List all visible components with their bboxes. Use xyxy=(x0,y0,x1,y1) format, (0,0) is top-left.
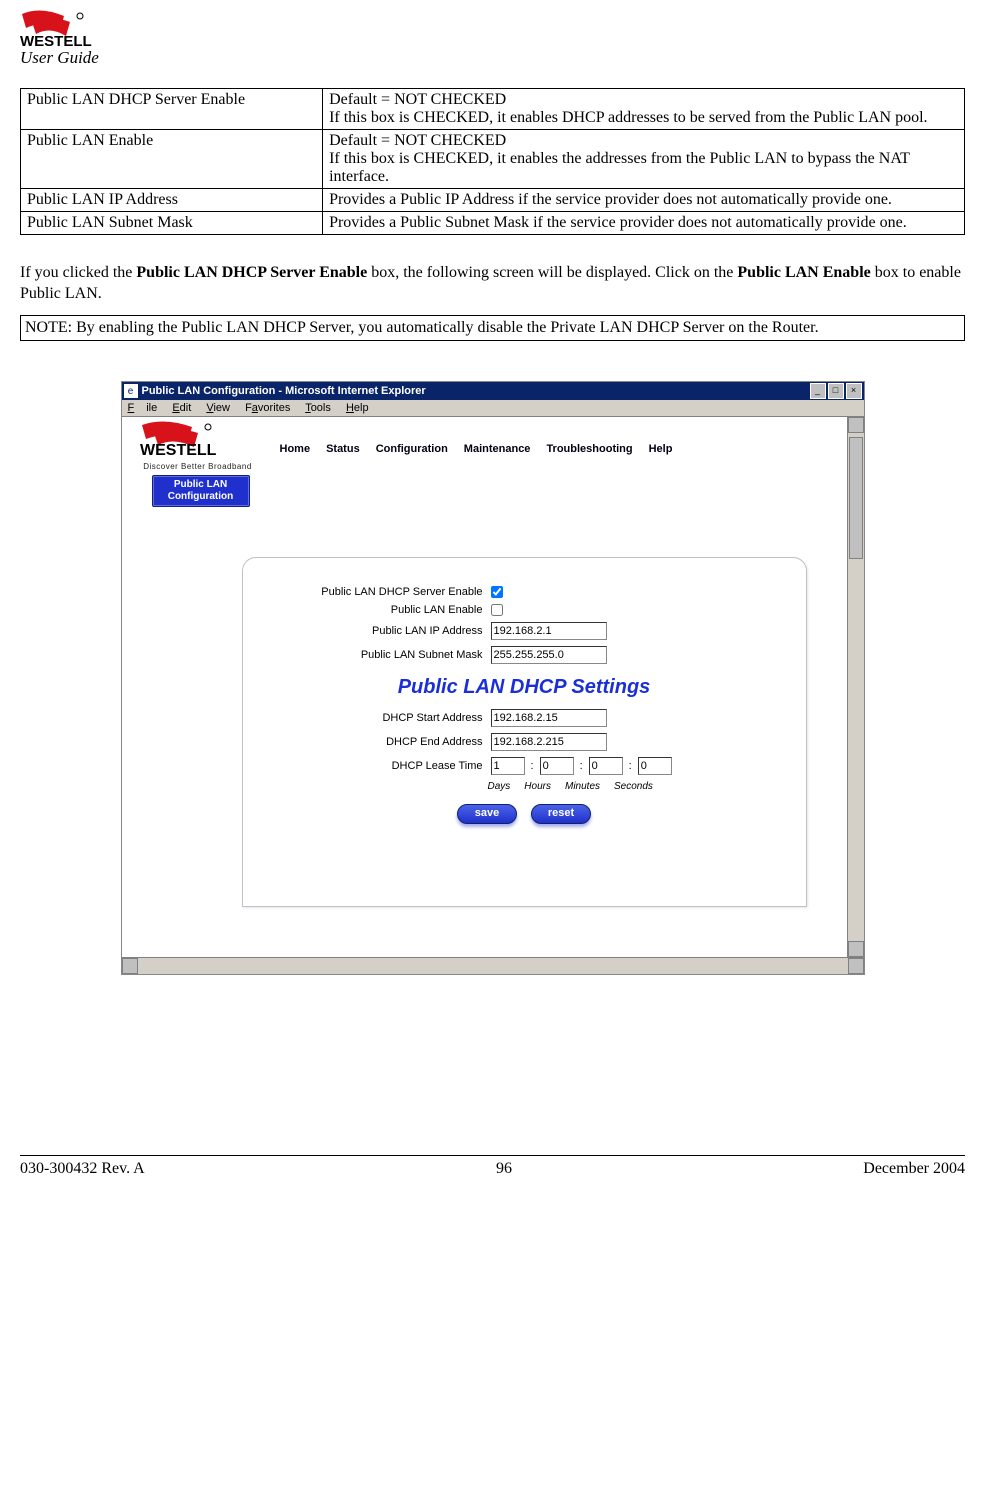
nav-help[interactable]: Help xyxy=(643,441,679,457)
input-dhcp-start[interactable] xyxy=(491,709,607,727)
param-name: Public LAN Subnet Mask xyxy=(21,212,323,235)
menu-help[interactable]: Help xyxy=(346,402,369,414)
label-dhcp-start: DHCP Start Address xyxy=(283,712,491,724)
input-ip-address[interactable] xyxy=(491,622,607,640)
doc-subtitle: User Guide xyxy=(20,48,99,68)
nav-maintenance[interactable]: Maintenance xyxy=(458,441,537,457)
menu-view[interactable]: View xyxy=(206,402,230,414)
checkbox-lan-enable[interactable] xyxy=(491,604,503,616)
dhcp-settings-heading: Public LAN DHCP Settings xyxy=(283,676,766,699)
menu-file[interactable]: File xyxy=(128,402,158,414)
label-dhcp-server-enable: Public LAN DHCP Server Enable xyxy=(283,586,491,598)
param-desc: Provides a Public Subnet Mask if the ser… xyxy=(323,212,965,235)
vertical-scrollbar[interactable] xyxy=(847,417,864,957)
maximize-button[interactable]: □ xyxy=(828,383,844,399)
menu-favorites[interactable]: Favorites xyxy=(245,402,290,414)
nav-troubleshooting[interactable]: Troubleshooting xyxy=(540,441,638,457)
window-titlebar: e Public LAN Configuration - Microsoft I… xyxy=(122,382,864,400)
westell-logo-icon: WESTELL xyxy=(138,421,258,459)
sidebar-item-public-lan-config[interactable]: Public LAN Configuration xyxy=(152,475,250,507)
label-subnet-mask: Public LAN Subnet Mask xyxy=(283,649,491,661)
reset-button[interactable]: reset xyxy=(531,804,591,824)
checkbox-dhcp-server-enable[interactable] xyxy=(491,586,503,598)
embedded-screenshot: e Public LAN Configuration - Microsoft I… xyxy=(121,381,865,975)
lease-unit-labels: Days Hours Minutes Seconds xyxy=(283,781,766,792)
label-dhcp-end: DHCP End Address xyxy=(283,736,491,748)
note-box: NOTE: By enabling the Public LAN DHCP Se… xyxy=(20,315,965,342)
label-lan-enable: Public LAN Enable xyxy=(283,604,491,616)
westell-brand-block: WESTELL Discover Better Broadband xyxy=(122,417,274,471)
footer-center: 96 xyxy=(496,1160,512,1178)
brand-header: WESTELL User Guide xyxy=(20,10,965,68)
menu-tools[interactable]: Tools xyxy=(305,402,331,414)
browser-menubar: File Edit View Favorites Tools Help xyxy=(122,400,864,417)
table-row: Public LAN DHCP Server Enable Default = … xyxy=(21,89,965,130)
svg-text:WESTELL: WESTELL xyxy=(140,442,217,459)
input-subnet-mask[interactable] xyxy=(491,646,607,664)
label-dhcp-lease: DHCP Lease Time xyxy=(283,760,491,772)
input-lease-hours[interactable] xyxy=(540,757,574,775)
input-lease-days[interactable] xyxy=(491,757,525,775)
top-nav: Home Status Configuration Maintenance Tr… xyxy=(274,417,847,457)
minimize-button[interactable]: _ xyxy=(810,383,826,399)
footer-right: December 2004 xyxy=(863,1160,965,1178)
table-row: Public LAN Subnet Mask Provides a Public… xyxy=(21,212,965,235)
horizontal-scrollbar[interactable] xyxy=(122,957,864,974)
param-name: Public LAN DHCP Server Enable xyxy=(21,89,323,130)
westell-logo-icon: WESTELL xyxy=(20,10,120,50)
page-content: WESTELL Discover Better Broadband Home S… xyxy=(122,417,847,957)
param-desc: Provides a Public IP Address if the serv… xyxy=(323,189,965,212)
menu-edit[interactable]: Edit xyxy=(172,402,191,414)
input-lease-seconds[interactable] xyxy=(638,757,672,775)
footer-left: 030-300432 Rev. A xyxy=(20,1160,145,1178)
nav-configuration[interactable]: Configuration xyxy=(370,441,454,457)
save-button[interactable]: save xyxy=(457,804,517,824)
ie-icon: e xyxy=(124,384,138,398)
param-desc: Default = NOT CHECKED If this box is CHE… xyxy=(323,130,965,189)
table-row: Public LAN IP Address Provides a Public … xyxy=(21,189,965,212)
nav-home[interactable]: Home xyxy=(274,441,317,457)
config-form-panel: Public LAN DHCP Server Enable Public LAN… xyxy=(242,557,807,907)
parameter-definition-table: Public LAN DHCP Server Enable Default = … xyxy=(20,88,965,235)
table-row: Public LAN Enable Default = NOT CHECKED … xyxy=(21,130,965,189)
window-title: Public LAN Configuration - Microsoft Int… xyxy=(142,385,808,397)
brand-tagline: Discover Better Broadband xyxy=(128,462,268,471)
param-name: Public LAN IP Address xyxy=(21,189,323,212)
body-paragraph: If you clicked the Public LAN DHCP Serve… xyxy=(20,263,965,305)
input-dhcp-end[interactable] xyxy=(491,733,607,751)
param-name: Public LAN Enable xyxy=(21,130,323,189)
close-button[interactable]: × xyxy=(846,383,862,399)
input-lease-minutes[interactable] xyxy=(589,757,623,775)
nav-status[interactable]: Status xyxy=(320,441,366,457)
label-ip-address: Public LAN IP Address xyxy=(283,625,491,637)
param-desc: Default = NOT CHECKED If this box is CHE… xyxy=(323,89,965,130)
page-footer: 030-300432 Rev. A 96 December 2004 xyxy=(20,1155,965,1178)
